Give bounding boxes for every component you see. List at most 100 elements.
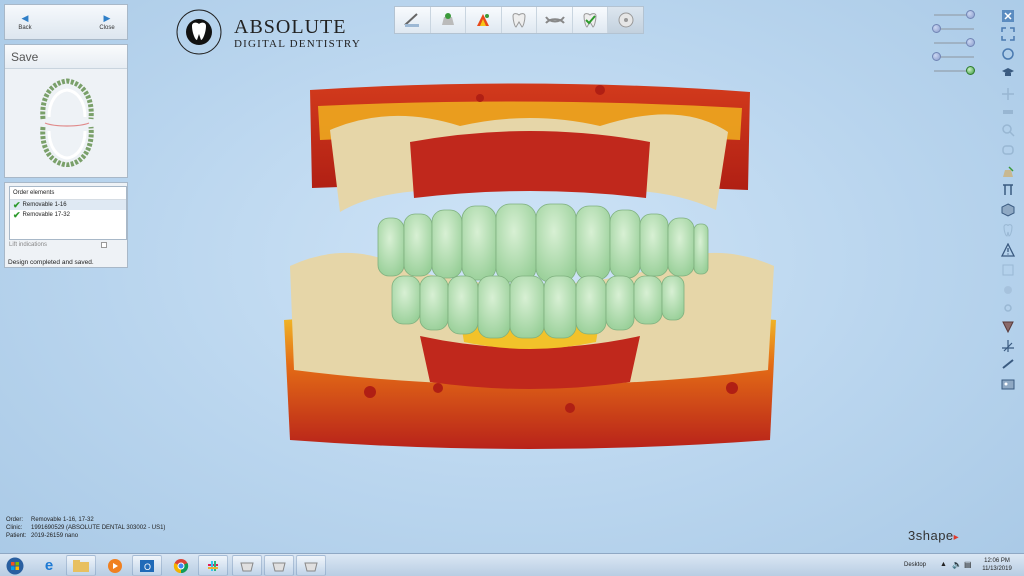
save-panel-title: Save [5,45,127,69]
taskbar-dental-app-3[interactable] [296,555,326,576]
show-hidden-icons-icon[interactable]: ▲ [940,561,947,568]
tool-button[interactable] [999,338,1017,354]
education-mode-button[interactable] [999,64,1017,80]
logo-line2: DIGITAL DENTISTRY [234,38,361,50]
slider-knob[interactable] [966,10,975,19]
lift-indications-label: Lift indications [9,242,48,248]
tool-button[interactable] [999,122,1017,138]
tooth-chart[interactable] [35,77,99,167]
model-icon [441,13,454,25]
brand-logo: ABSOLUTE DIGITAL DENTISTRY [170,8,370,56]
tool-button[interactable] [999,142,1017,158]
ruler-icon [1002,359,1014,369]
close-icon [1002,10,1014,22]
logo-seal-icon [176,9,222,55]
taskbar-dental-app-2[interactable] [264,555,294,576]
pan-icon [1002,88,1014,100]
arrow-right-icon: ▶ [103,12,111,23]
tool-button[interactable] [999,164,1017,180]
back-button[interactable]: ◀ Back [5,5,45,39]
tool-button[interactable] [999,182,1017,198]
workflow-toolbar [394,6,644,34]
slider-knob[interactable] [932,24,941,33]
taskbar-slack[interactable] [198,555,228,576]
tool-button[interactable] [999,376,1017,392]
measure-icon [1003,110,1013,114]
tool-button[interactable] [999,356,1017,372]
taskbar-explorer[interactable] [66,555,96,576]
taskbar: e O Desktop ▲ 🔈 ▤ 12:06 PM 11/13/2019 [0,553,1024,576]
tool-button[interactable] [999,104,1017,120]
start-button[interactable] [2,555,28,576]
tool-button[interactable] [999,86,1017,102]
teeth-transparency-slider[interactable] [930,64,980,78]
tool-button[interactable] [999,222,1017,238]
upper-transparency-slider[interactable] [930,8,980,22]
dental-model-viewport[interactable] [270,70,790,460]
checkmark-icon: ✔ [13,199,21,210]
workflow-step-tooth[interactable] [502,7,538,33]
order-panel: Order elements ✔ Removable 1-16 ✔ Remova… [4,182,128,268]
desktop-toolbar-label[interactable]: Desktop [904,562,926,568]
patient-label: Patient: [6,533,27,539]
workflow-step-scan[interactable] [395,7,431,33]
scan-icon [1004,286,1012,294]
taskbar-ie[interactable]: e [34,555,64,576]
taskbar-dental-app-1[interactable] [232,555,262,576]
tooth-icon [512,13,526,28]
taskbar-media[interactable] [100,555,130,576]
workflow-step-model[interactable] [431,7,467,33]
patient-value: 2019-26159 nano [31,533,79,539]
tool-button[interactable] [999,262,1017,278]
slider-knob[interactable] [966,66,975,75]
system-clock[interactable]: 12:06 PM 11/13/2019 [974,557,1020,573]
slider-knob[interactable] [932,52,941,61]
ie-icon: e [44,557,54,574]
clinic-label: Clinic: [6,525,23,531]
brand-3shape: 3shape▸ [908,528,959,543]
tool-button[interactable] [999,318,1017,334]
color-map-icon [477,14,490,26]
scan-edit-icon [404,13,420,27]
slider-knob[interactable] [966,38,975,47]
network-icon[interactable]: ▤ [964,560,972,569]
image-icon [1001,379,1015,390]
dental-app-icon [272,562,286,571]
close-view-button[interactable] [999,8,1017,24]
tool-button[interactable] [999,242,1017,258]
taskbar-outlook[interactable]: O [132,555,162,576]
brand-triangle-icon: ▸ [953,532,960,543]
clock-time: 12:06 PM [984,558,1010,564]
order-value: Removable 1-16, 17-32 [31,517,94,523]
windows-logo-icon [6,557,24,574]
outlook-icon: O [140,559,154,572]
workflow-step-color-map[interactable] [466,7,502,33]
workflow-step-check[interactable] [573,7,609,33]
shield-tooth-icon [1002,321,1014,333]
order-item-label: Removable 17-32 [22,212,70,218]
rotate-view-button[interactable] [999,46,1017,62]
fullscreen-button[interactable] [999,26,1017,42]
save-panel: Save [4,44,128,178]
lift-indications-checkbox[interactable] [101,242,107,248]
tool-button[interactable] [999,282,1017,298]
volume-icon[interactable]: 🔈 [952,560,962,569]
fullscreen-icon [1001,27,1015,41]
clinic-value: 1991690529 (ABSOLUTE DENTAL 303002 - US1… [31,525,166,531]
arrow-left-icon: ◀ [21,12,29,23]
workflow-step-arch[interactable] [537,7,573,33]
cross-section-icon [1003,184,1013,195]
back-label: Back [18,24,32,31]
list-item[interactable]: ✔ Removable 1-16 [10,200,126,210]
tool-button[interactable] [999,202,1017,218]
close-button[interactable]: ▶ Close [87,5,127,39]
tool-button[interactable] [999,300,1017,316]
layers-icon [1002,264,1014,276]
model-transparency-slider[interactable] [930,22,980,36]
antagonist-transparency-slider[interactable] [930,50,980,64]
workflow-step-save[interactable] [608,7,644,33]
list-item[interactable]: ✔ Removable 17-32 [10,210,126,220]
taskbar-chrome[interactable] [166,555,196,576]
save-disc-icon [618,12,634,28]
lower-transparency-slider[interactable] [930,36,980,50]
